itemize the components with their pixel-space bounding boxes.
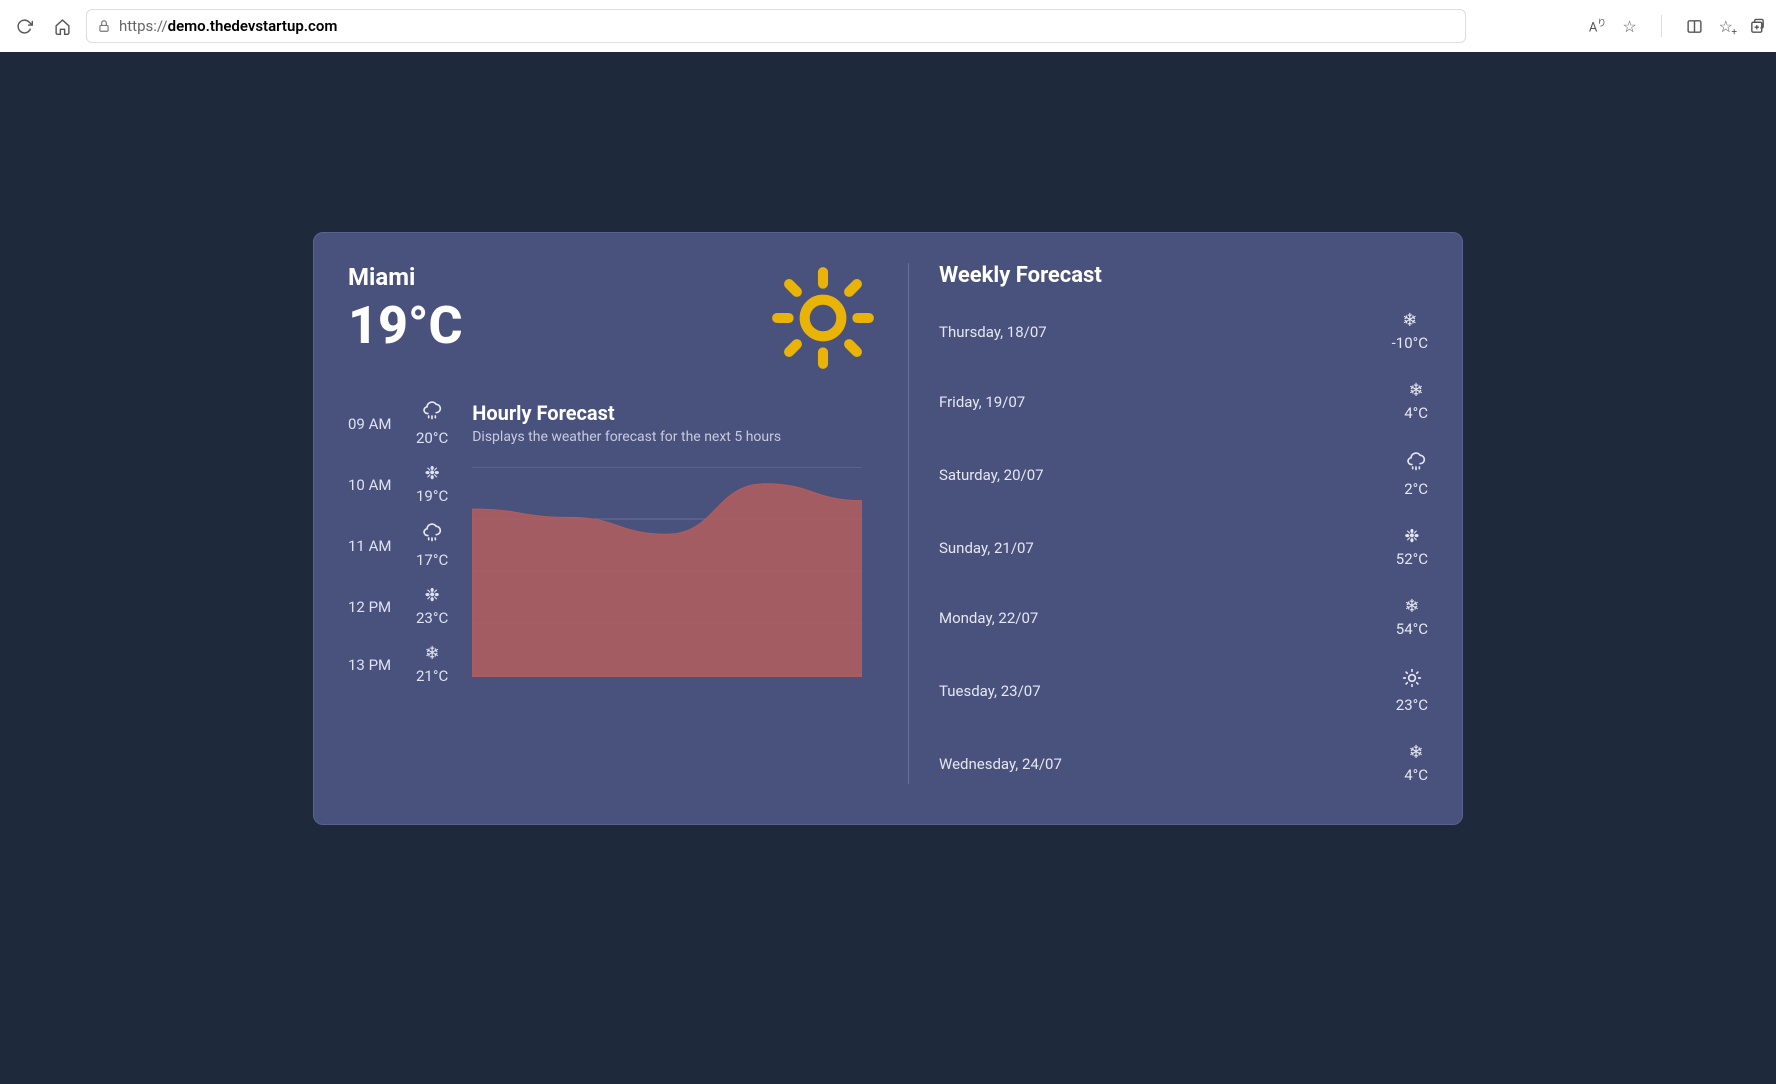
weekly-temp: -10°C (1392, 334, 1428, 352)
address-bar[interactable]: https://demo.thedevstartup.com (86, 9, 1466, 43)
weekly-row: Sunday, 21/07 ❉ 52°C (939, 528, 1428, 568)
weekly-day: Tuesday, 23/07 (939, 682, 1041, 700)
hourly-item: 12 PM ❉ 23°C (348, 587, 448, 627)
hour-time: 12 PM (348, 598, 400, 616)
text-size-icon[interactable]: Aり (1589, 16, 1607, 35)
hourly-item: 09 AM 20°C (348, 401, 448, 447)
hour-temp: 21°C (416, 667, 448, 685)
weekly-day: Sunday, 21/07 (939, 539, 1034, 557)
weekly-row: Monday, 22/07 ❄ 54°C (939, 598, 1428, 638)
hourly-section: 09 AM 20°C 10 AM ❉ 19°C 11 AM 17°C 12 PM ❉ 23°C 13… (348, 401, 878, 685)
snow-icon: ❄ (425, 645, 440, 663)
weekly-temp: 4°C (1404, 766, 1428, 784)
hourly-subtitle: Displays the weather forecast for the ne… (472, 429, 878, 445)
chrome-right-icons: Aり ☆ ☆+ (1589, 15, 1766, 37)
favorites-icon[interactable]: ☆+ (1719, 17, 1733, 36)
weekly-temp: 52°C (1396, 550, 1428, 568)
weekly-row: Friday, 19/07 ❄ 4°C (939, 382, 1428, 422)
rain-icon (422, 523, 442, 547)
sunny-icon (768, 263, 878, 373)
rain-icon (422, 401, 442, 425)
hourly-item: 10 AM ❉ 19°C (348, 465, 448, 505)
weekly-temp: 54°C (1396, 620, 1428, 638)
browser-chrome: https://demo.thedevstartup.com Aり ☆ ☆+ (0, 0, 1776, 52)
weekly-temp: 2°C (1404, 480, 1428, 498)
split-icon[interactable] (1686, 18, 1703, 35)
page-background: Miami 19°C 09 AM20°C10 AM❉19°C11 AM17°C1… (0, 52, 1776, 1084)
weekly-row: Saturday, 20/07 2°C (939, 452, 1428, 498)
home-icon[interactable] (48, 12, 76, 40)
weekly-row: Thursday, 18/07 ❄ -10°C (939, 312, 1428, 352)
city-name: Miami (348, 263, 463, 291)
snow-icon: ❄ (1404, 598, 1419, 616)
hour-temp: 19°C (416, 487, 448, 505)
hourly-list: 09 AM 20°C 10 AM ❉ 19°C 11 AM 17°C 12 PM ❉ 23°C 13… (348, 401, 448, 685)
hour-time: 10 AM (348, 476, 400, 494)
current-temperature: 19°C (348, 297, 463, 354)
hour-temp: 17°C (416, 551, 448, 569)
snow-alt-icon: ❉ (425, 587, 440, 605)
weekly-row: Tuesday, 23/07 23°C (939, 668, 1428, 714)
hour-temp: 23°C (416, 609, 448, 627)
star-icon[interactable]: ☆ (1622, 17, 1636, 36)
snow-icon: ❄ (1409, 382, 1424, 400)
weekly-day: Monday, 22/07 (939, 609, 1038, 627)
weekly-day: Wednesday, 24/07 (939, 755, 1062, 773)
snow-icon: ❄ (1402, 312, 1417, 330)
hourly-item: 11 AM 17°C (348, 523, 448, 569)
hourly-chart (472, 467, 862, 677)
collections-icon[interactable] (1749, 18, 1766, 35)
snow-alt-icon: ❉ (1404, 528, 1419, 546)
url-text: https://demo.thedevstartup.com (119, 17, 337, 35)
weather-card: Miami 19°C 09 AM20°C10 AM❉19°C11 AM17°C1… (313, 232, 1463, 825)
snow-icon: ❄ (1409, 744, 1424, 762)
hour-time: 13 PM (348, 656, 400, 674)
weekly-list: Thursday, 18/07 ❄ -10°C Friday, 19/07 ❄ 4°C Sa… (939, 312, 1428, 784)
current-panel: Miami 19°C 09 AM20°C10 AM❉19°C11 AM17°C1… (348, 263, 908, 784)
weekly-panel: Weekly Forecast Thursday, 18/07 ❄ -10°C Fri… (908, 263, 1428, 784)
rain-icon (1406, 452, 1426, 476)
snow-alt-icon: ❉ (425, 465, 440, 483)
weekly-day: Friday, 19/07 (939, 393, 1025, 411)
lock-icon (97, 19, 111, 33)
hour-time: 11 AM (348, 537, 400, 555)
weekly-day: Thursday, 18/07 (939, 323, 1047, 341)
hour-temp: 20°C (416, 429, 448, 447)
weekly-row: Wednesday, 24/07 ❄ 4°C (939, 744, 1428, 784)
weekly-day: Saturday, 20/07 (939, 466, 1044, 484)
sunny-small-icon (1402, 668, 1422, 692)
weekly-temp: 23°C (1396, 696, 1428, 714)
weekly-temp: 4°C (1404, 404, 1428, 422)
weekly-title: Weekly Forecast (939, 263, 1428, 288)
hourly-title: Hourly Forecast (472, 401, 878, 425)
hourly-item: 13 PM ❄ 21°C (348, 645, 448, 685)
hour-time: 09 AM (348, 415, 400, 433)
refresh-icon[interactable] (10, 12, 38, 40)
